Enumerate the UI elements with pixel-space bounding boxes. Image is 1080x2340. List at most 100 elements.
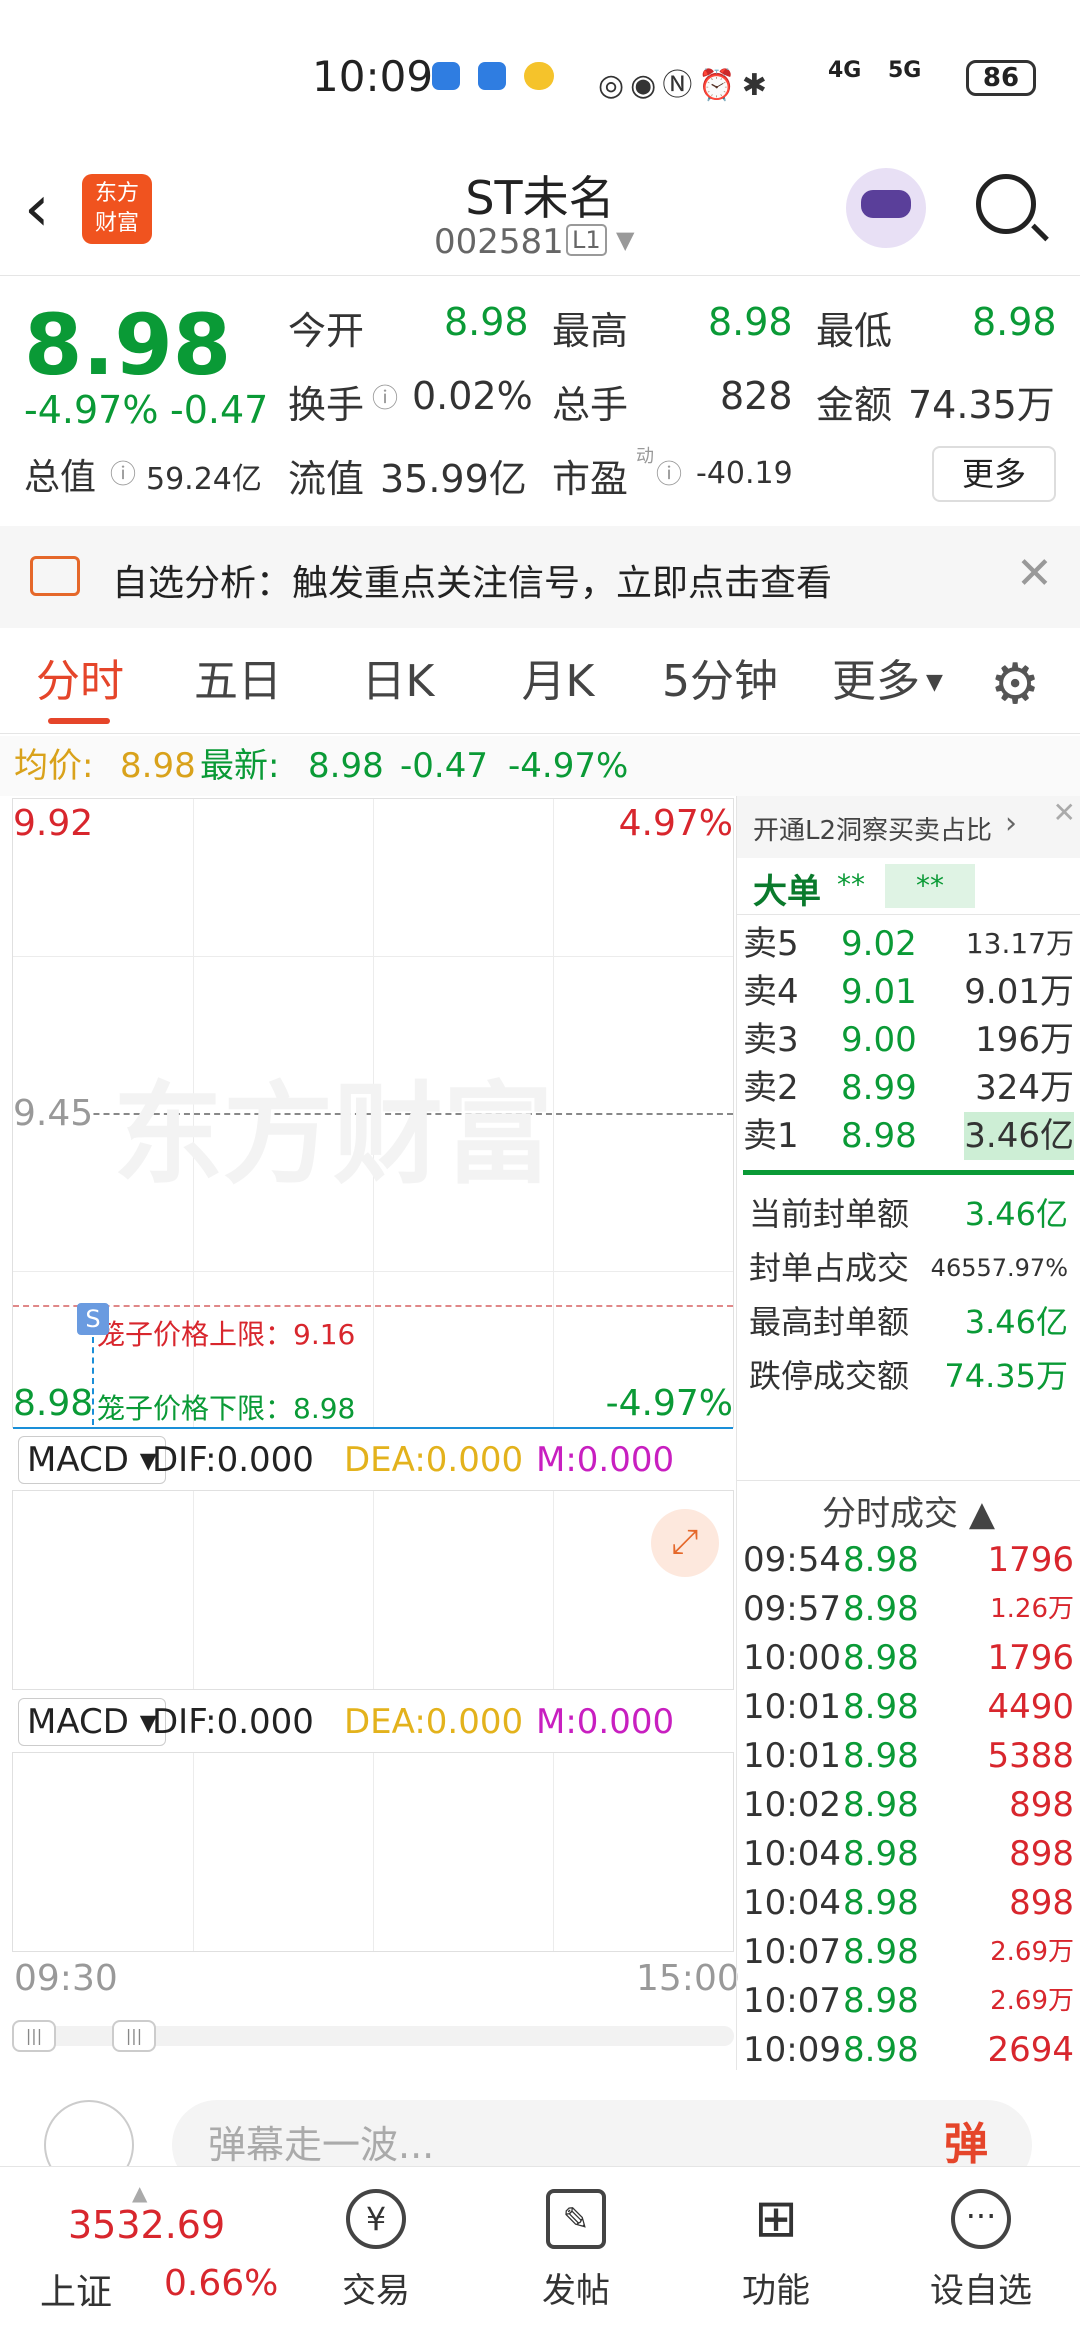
danmu-bar: 弹幕走一波... 弹 bbox=[0, 2072, 1080, 2190]
trade-row: 10:00 8.98 1796 bbox=[743, 1634, 1074, 1683]
change-percent: -4.97% bbox=[24, 388, 159, 432]
ask-price: 9.00 bbox=[841, 1020, 917, 1060]
trade-volume: 4490 bbox=[987, 1687, 1074, 1727]
index-value[interactable]: 3532.69 bbox=[68, 2203, 225, 2247]
close-icon[interactable]: ✕ bbox=[1016, 548, 1053, 599]
avg-price-row: 均价: 8.98 最新: 8.98 -0.47 -4.97% bbox=[0, 736, 1080, 796]
macd-legend-2: MACD ▾ DIF:0.000 DEA:0.000 M:0.000 bbox=[12, 1692, 734, 1752]
nav-trade[interactable]: ¥ 交易 bbox=[316, 2167, 436, 2340]
close-icon[interactable]: ✕ bbox=[1053, 796, 1076, 829]
search-icon[interactable] bbox=[976, 174, 1036, 234]
macd-dif: DIF:0.000 bbox=[152, 1440, 314, 1480]
trade-price: 8.98 bbox=[843, 1883, 919, 1923]
pe-value: -40.19 bbox=[696, 456, 793, 491]
seal-value: 3.46亿 bbox=[964, 1195, 1068, 1233]
open-value: 8.98 bbox=[444, 300, 529, 344]
time-end: 15:00 bbox=[636, 1958, 740, 1999]
seal-label: 封单占成交 bbox=[749, 1249, 910, 1287]
trade-time: 10:01 bbox=[743, 1687, 841, 1727]
trade-time: 10:00 bbox=[743, 1638, 841, 1678]
seal-row: 当前封单额 3.46亿 bbox=[743, 1190, 1074, 1238]
trade-price: 8.98 bbox=[843, 1589, 919, 1629]
ask-volume: 324万 bbox=[975, 1068, 1074, 1108]
trade-price: 8.98 bbox=[843, 1638, 919, 1678]
signal-guide-line bbox=[92, 1337, 94, 1425]
macd-dif: DIF:0.000 bbox=[152, 1702, 314, 1742]
trade-volume: 898 bbox=[1009, 1883, 1074, 1923]
trade-volume: 1796 bbox=[987, 1638, 1074, 1678]
intraday-chart[interactable]: 东方财富 9.92 4.97% 9.45 8.98 -4.97% 笼子价格上限：… bbox=[12, 798, 734, 1429]
expand-icon[interactable]: ⤢ bbox=[651, 1509, 719, 1577]
zoom-scrollbar[interactable]: ||| ||| bbox=[12, 2020, 734, 2052]
analysis-banner[interactable]: 自选分析：触发重点关注信号，立即点击查看 ✕ bbox=[0, 526, 1080, 628]
info-icon[interactable]: ⓘ bbox=[110, 454, 136, 491]
macd-legend-1: MACD ▾ DIF:0.000 DEA:0.000 M:0.000 bbox=[12, 1430, 734, 1490]
ask-row[interactable]: 卖3 9.00 196万 bbox=[743, 1016, 1074, 1064]
nav-add-watchlist[interactable]: ··· 设自选 bbox=[916, 2167, 1046, 2340]
seal-label: 最高封单额 bbox=[749, 1303, 910, 1341]
tab-monthly-k[interactable]: 月K bbox=[498, 630, 618, 734]
ask-row[interactable]: 卖4 9.01 9.01万 bbox=[743, 968, 1074, 1016]
ask-row[interactable]: 卖5 9.02 13.17万 bbox=[743, 920, 1074, 968]
open-label: 今开 bbox=[288, 309, 365, 353]
ask-row[interactable]: 卖2 8.99 324万 bbox=[743, 1064, 1074, 1112]
yuan-icon: ¥ bbox=[346, 2189, 406, 2249]
seal-row: 封单占成交 46557.97% bbox=[743, 1244, 1074, 1292]
trade-time: 10:04 bbox=[743, 1883, 841, 1923]
pe-dynamic-mark: 动 bbox=[636, 446, 654, 467]
price-mid: 9.45 bbox=[13, 1093, 94, 1134]
level-badge[interactable]: L1 bbox=[566, 224, 607, 256]
chevron-down-icon[interactable]: ▼ bbox=[926, 670, 943, 695]
avg-value: 8.98 bbox=[120, 746, 196, 786]
tab-5min[interactable]: 5分钟 bbox=[650, 630, 790, 734]
macd-selector-2[interactable]: MACD ▾ bbox=[18, 1698, 166, 1746]
ask-price: 9.02 bbox=[841, 924, 917, 964]
trade-time: 10:09 bbox=[743, 2030, 841, 2070]
danmu-send-button[interactable]: 弹 bbox=[944, 2108, 988, 2172]
trade-time: 10:01 bbox=[743, 1736, 841, 1776]
trade-volume: 5388 bbox=[987, 1736, 1074, 1776]
bottom-nav: 3532.69 ▲ 上证 0.66% ¥ 交易 ✎ 发帖 ⊞ 功能 ··· 设自选 bbox=[0, 2166, 1080, 2340]
drag-handle-right[interactable]: ||| bbox=[112, 2020, 156, 2052]
sell-signal-marker[interactable]: S bbox=[77, 1303, 109, 1335]
chevron-down-icon[interactable]: ▼ bbox=[616, 226, 634, 254]
trade-time: 09:54 bbox=[743, 1540, 841, 1580]
macd-dea: DEA:0.000 bbox=[344, 1440, 524, 1480]
trades-title[interactable]: 分时成交 ▲ bbox=[737, 1486, 1080, 1535]
trade-time: 10:07 bbox=[743, 1932, 841, 1972]
drag-handle-left[interactable]: ||| bbox=[12, 2020, 56, 2052]
edit-icon: ✎ bbox=[546, 2189, 606, 2249]
status-icons: ◎◉Ⓝ⏰✱ bbox=[598, 68, 773, 103]
more-button[interactable]: 更多 bbox=[932, 446, 1056, 502]
big-order-masked-2[interactable]: ** bbox=[885, 864, 975, 908]
robot-assistant-icon[interactable] bbox=[846, 168, 926, 248]
trade-price: 8.98 bbox=[843, 1932, 919, 1972]
chart-tabs: 分时 五日 日K 月K 5分钟 更多 ▼ ⚙ bbox=[0, 630, 1080, 734]
macd-chart-1[interactable]: ⤢ bbox=[12, 1490, 734, 1690]
trade-row: 09:57 8.98 1.26万 bbox=[743, 1585, 1074, 1634]
info-icon[interactable]: ⓘ bbox=[656, 454, 682, 491]
ask-volume: 13.17万 bbox=[965, 927, 1074, 960]
ask-label: 卖3 bbox=[743, 1020, 799, 1060]
tab-five-day[interactable]: 五日 bbox=[178, 630, 298, 734]
trade-time: 09:57 bbox=[743, 1589, 841, 1629]
low-value: 8.98 bbox=[972, 300, 1057, 344]
info-icon[interactable]: ⓘ bbox=[372, 378, 398, 415]
l2-promo[interactable]: 开通L2洞察买卖占比 › ✕ bbox=[737, 796, 1080, 858]
trade-volume: 898 bbox=[1009, 1785, 1074, 1825]
nav-functions[interactable]: ⊞ 功能 bbox=[716, 2167, 836, 2340]
tab-daily-k[interactable]: 日K bbox=[338, 630, 458, 734]
macd-dea: DEA:0.000 bbox=[344, 1702, 524, 1742]
l2-promo-text: 开通L2洞察买卖占比 bbox=[753, 816, 993, 846]
big-order-label: 大单 bbox=[753, 872, 821, 912]
big-order-masked-1: ** bbox=[837, 868, 865, 901]
macd-selector-1[interactable]: MACD ▾ bbox=[18, 1436, 166, 1484]
ask-row[interactable]: 卖1 8.98 3.46亿 bbox=[743, 1112, 1074, 1160]
alarm-icon bbox=[432, 62, 460, 90]
ask-label: 卖1 bbox=[743, 1116, 799, 1156]
gear-icon[interactable]: ⚙ bbox=[990, 652, 1040, 717]
tab-more[interactable]: 更多 bbox=[826, 630, 926, 734]
stock-code: 002581 bbox=[434, 222, 564, 262]
macd-chart-2[interactable] bbox=[12, 1752, 734, 1952]
nav-post[interactable]: ✎ 发帖 bbox=[516, 2167, 636, 2340]
